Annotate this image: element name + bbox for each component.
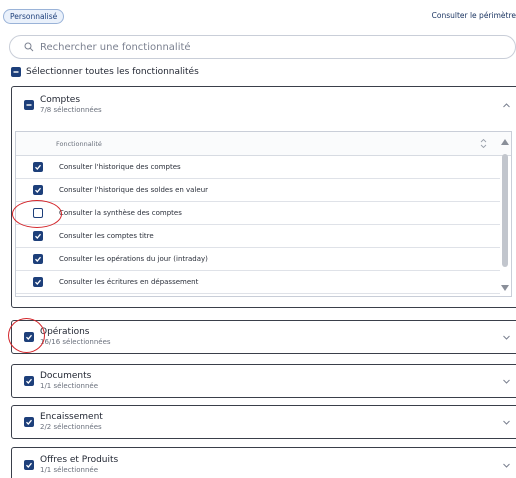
section-header[interactable]: Documents 1/1 sélectionnée xyxy=(24,371,98,390)
select-all-checkbox[interactable] xyxy=(11,67,21,77)
section-title: Documents xyxy=(40,371,92,381)
table-row[interactable]: Consulter les opérations du jour (intrad… xyxy=(16,248,500,271)
row-label: Consulter les opérations du jour (intrad… xyxy=(59,255,208,263)
row-checkbox[interactable] xyxy=(33,231,43,241)
search-icon xyxy=(24,42,34,52)
row-checkbox[interactable] xyxy=(33,162,43,172)
section-checkbox[interactable] xyxy=(24,375,34,386)
sort-icon[interactable] xyxy=(480,138,487,149)
check-icon xyxy=(26,378,32,384)
check-icon xyxy=(26,334,32,340)
row-checkbox[interactable] xyxy=(33,254,43,264)
row-label: Consulter les écritures en dépassement xyxy=(59,278,199,286)
chevron-down-icon[interactable] xyxy=(502,377,511,386)
section-header[interactable]: Encaissement 2/2 sélectionnées xyxy=(24,412,103,431)
check-icon xyxy=(26,462,32,468)
section-header[interactable]: Offres et Produits 1/1 sélectionnée xyxy=(24,455,118,474)
section-documents[interactable]: Documents 1/1 sélectionnée xyxy=(11,364,516,398)
scroll-thumb[interactable] xyxy=(502,154,508,267)
table-row[interactable]: Consulter les écritures en dépassement xyxy=(16,271,500,294)
table-row[interactable]: Consulter l'historique des soldes en val… xyxy=(16,179,500,202)
section-header[interactable]: Opérations 16/16 sélectionnées xyxy=(24,327,111,346)
check-icon xyxy=(35,164,41,170)
section-subtitle: 7/8 sélectionnées xyxy=(40,106,102,114)
search-input[interactable] xyxy=(40,41,480,53)
search-box[interactable] xyxy=(9,35,516,59)
table-row[interactable]: Consulter l'historique des comptes xyxy=(16,156,500,179)
check-icon xyxy=(35,187,41,193)
table-header: Fonctionnalité xyxy=(16,132,511,156)
check-icon xyxy=(26,419,32,425)
table-row[interactable]: Consulter la synthèse des comptes xyxy=(16,202,500,225)
select-all[interactable]: Sélectionner toutes les fonctionnalités xyxy=(11,67,199,77)
row-label: Consulter la synthèse des comptes xyxy=(59,209,182,217)
section-subtitle: 1/1 sélectionnée xyxy=(40,382,99,390)
section-offres-produits[interactable]: Offres et Produits 1/1 sélectionnée xyxy=(11,447,516,478)
section-checkbox[interactable] xyxy=(24,99,34,110)
feature-table: Fonctionnalité Consulter l'historique de… xyxy=(15,131,512,297)
chevron-down-icon[interactable] xyxy=(502,418,511,427)
section-encaissement[interactable]: Encaissement 2/2 sélectionnées xyxy=(11,405,516,439)
section-checkbox[interactable] xyxy=(24,416,34,427)
indeterminate-icon xyxy=(13,71,19,73)
row-checkbox[interactable] xyxy=(33,185,43,195)
perimeter-link[interactable]: Consulter le périmètre xyxy=(432,11,516,20)
scroll-up-icon[interactable] xyxy=(501,139,509,145)
chevron-up-icon[interactable] xyxy=(502,101,511,110)
chevron-down-icon[interactable] xyxy=(502,333,511,342)
check-icon xyxy=(35,279,41,285)
row-checkbox[interactable] xyxy=(33,208,43,218)
section-subtitle: 1/1 sélectionnée xyxy=(40,466,99,474)
section-checkbox[interactable] xyxy=(24,459,34,470)
chevron-down-icon[interactable] xyxy=(502,461,511,470)
section-title: Offres et Produits xyxy=(40,455,119,465)
section-operations[interactable]: Opérations 16/16 sélectionnées xyxy=(11,320,516,354)
section-title: Encaissement xyxy=(40,412,103,422)
column-header-feature[interactable]: Fonctionnalité xyxy=(56,140,102,148)
section-title: Comptes xyxy=(40,95,81,105)
table-row[interactable]: Consulter les comptes titre xyxy=(16,225,500,248)
row-label: Consulter l'historique des comptes xyxy=(59,163,181,171)
section-subtitle: 16/16 sélectionnées xyxy=(40,338,111,346)
row-label: Consulter l'historique des soldes en val… xyxy=(59,186,209,194)
select-all-label: Sélectionner toutes les fonctionnalités xyxy=(26,67,199,77)
scroll-down-icon[interactable] xyxy=(501,285,509,291)
table-scrollbar[interactable] xyxy=(499,132,511,296)
section-checkbox[interactable] xyxy=(24,331,34,342)
indeterminate-icon xyxy=(26,103,32,106)
section-title: Opérations xyxy=(40,327,90,337)
check-icon xyxy=(35,256,41,262)
row-label: Consulter les comptes titre xyxy=(59,232,154,240)
section-header[interactable]: Comptes 7/8 sélectionnées xyxy=(24,95,102,114)
row-checkbox[interactable] xyxy=(33,277,43,287)
section-subtitle: 2/2 sélectionnées xyxy=(40,423,102,431)
profile-chip[interactable]: Personnalisé xyxy=(3,9,65,24)
check-icon xyxy=(35,233,41,239)
